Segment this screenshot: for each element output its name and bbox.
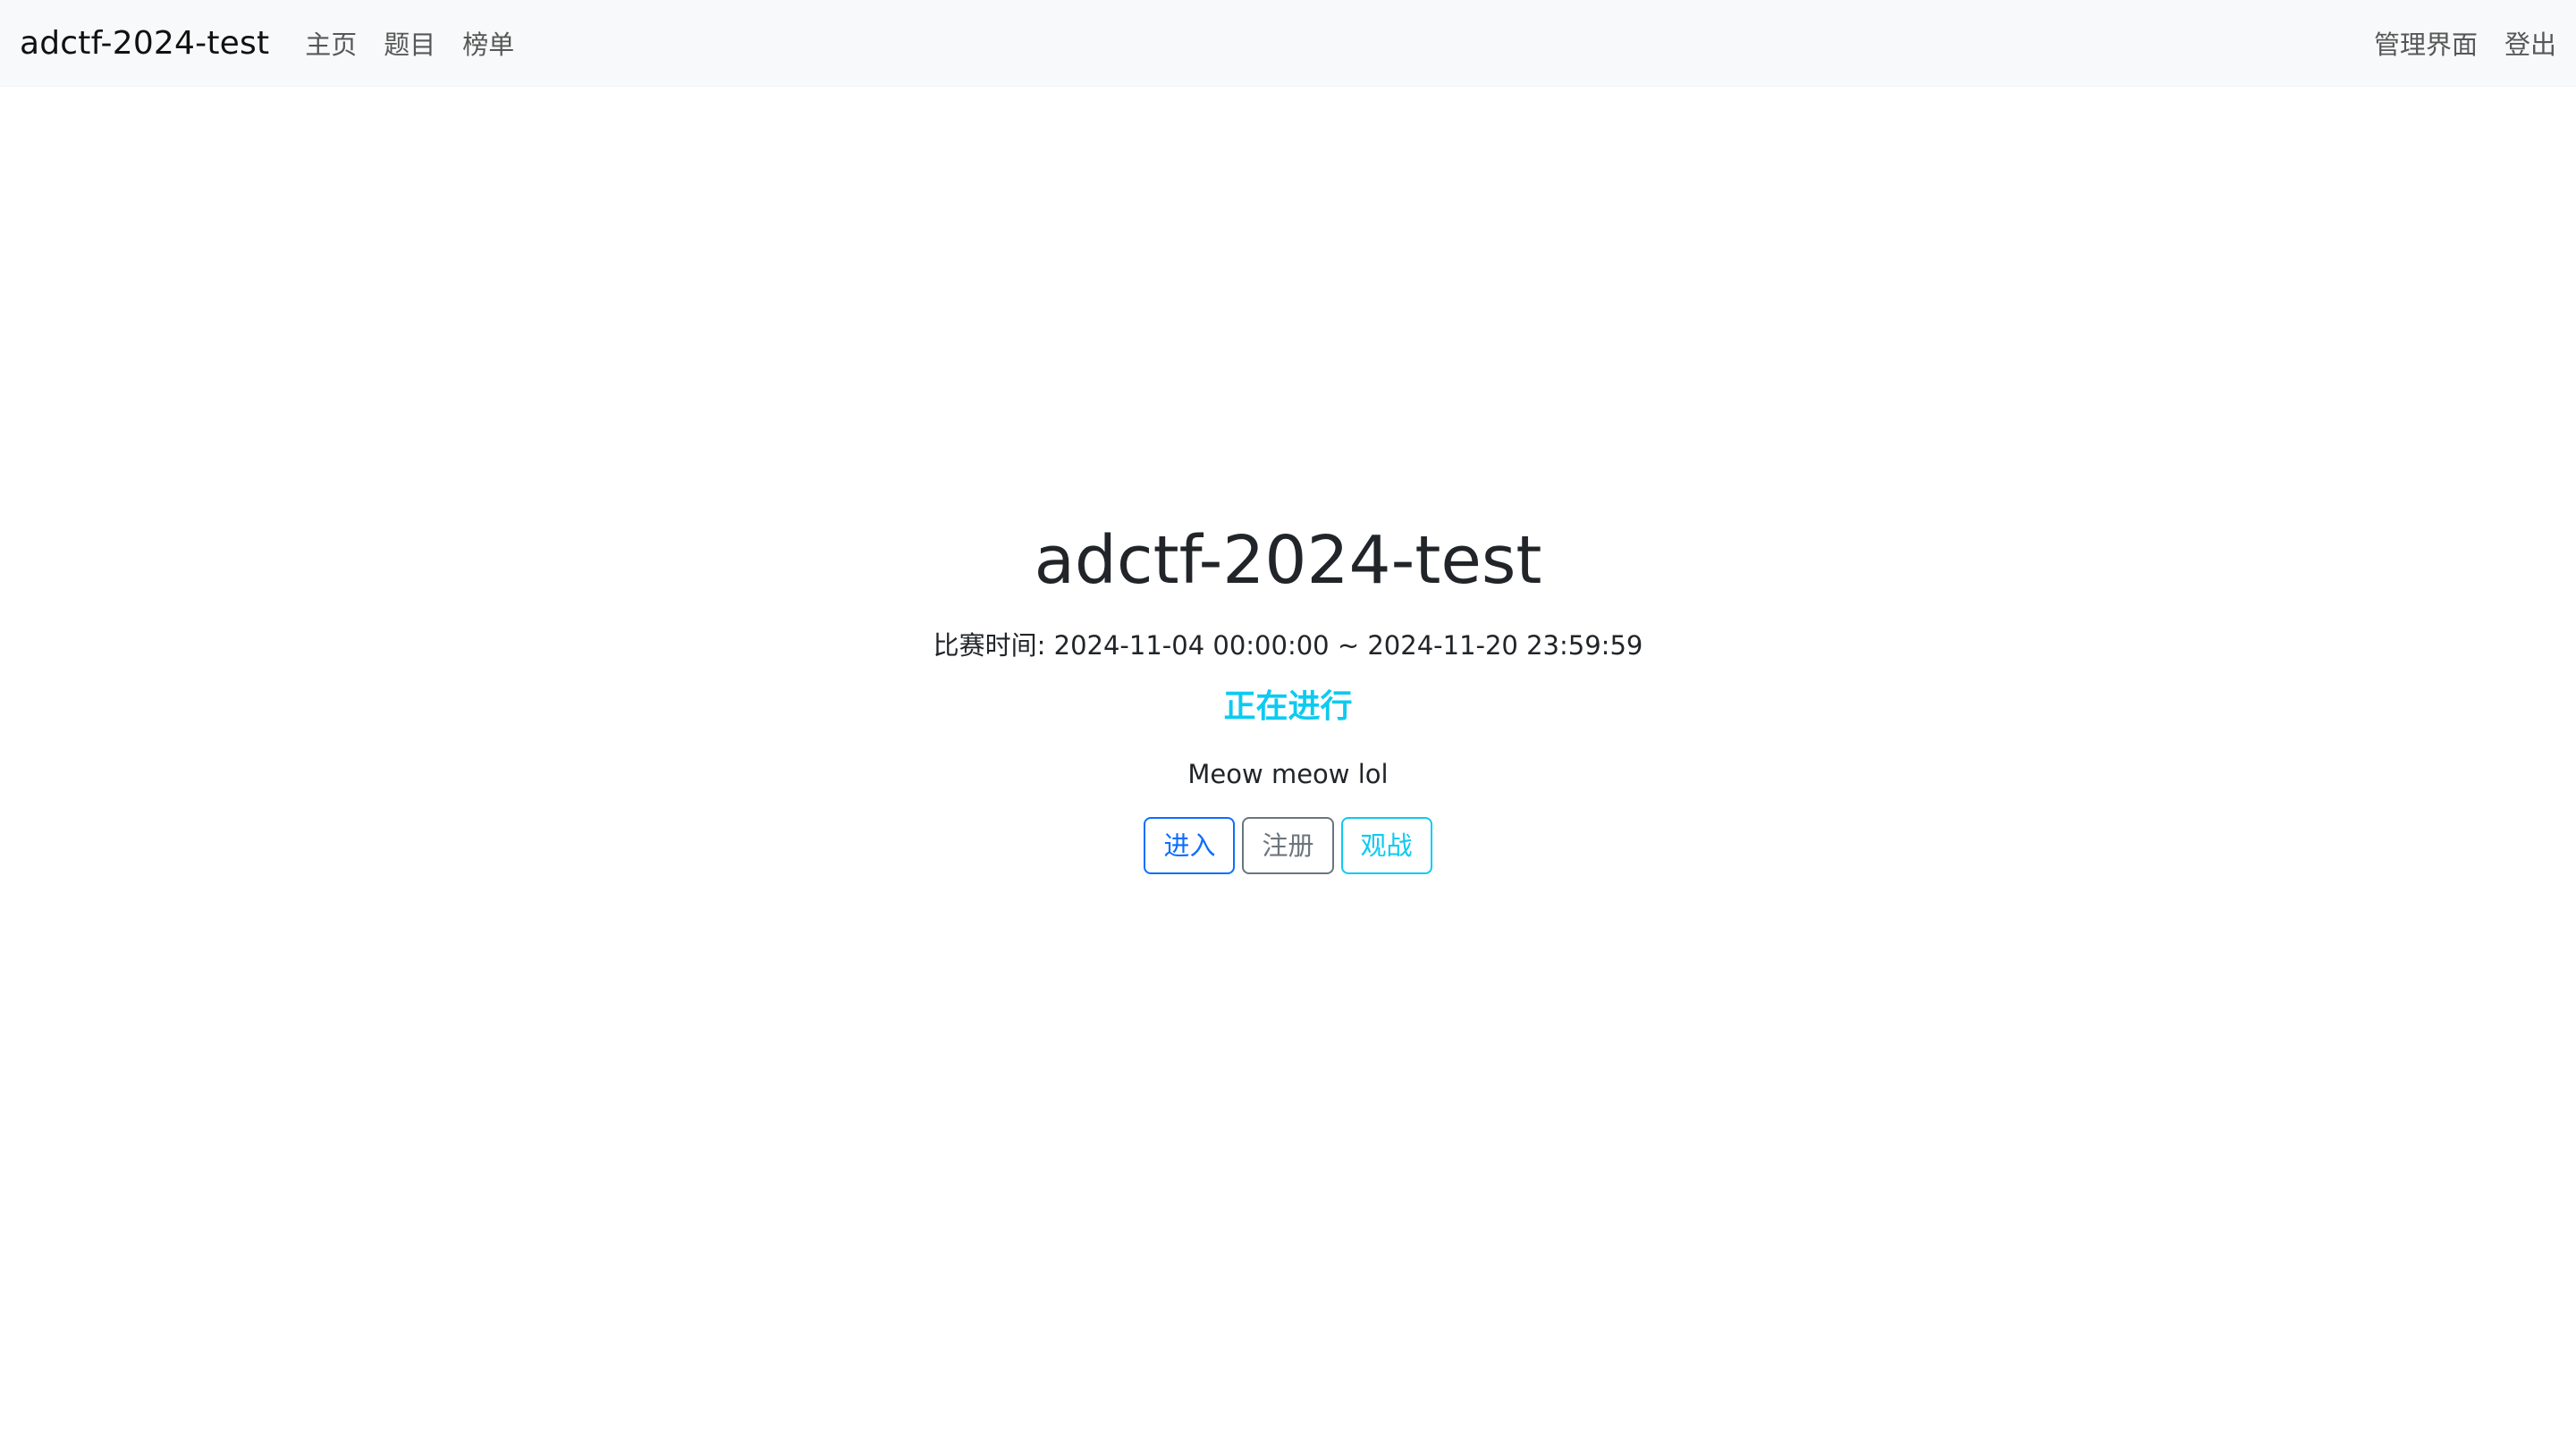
contest-title: adctf-2024-test: [1034, 522, 1542, 599]
action-buttons: 进入 注册 观战: [0, 817, 2576, 874]
contest-description: Meow meow lol: [1187, 759, 1389, 789]
nav-right-links: 管理界面 登出: [2374, 24, 2556, 62]
nav-link-logout[interactable]: 登出: [2504, 24, 2556, 62]
contest-status: 正在进行: [1223, 688, 1353, 725]
top-navbar: adctf-2024-test 主页 题目 榜单 管理界面 登出: [0, 0, 2576, 86]
brand-link[interactable]: adctf-2024-test: [20, 25, 269, 62]
enter-button[interactable]: 进入: [1144, 817, 1236, 874]
nav-left-links: 主页 题目 榜单: [305, 24, 514, 62]
nav-link-scoreboard[interactable]: 榜单: [462, 24, 514, 62]
nav-link-home[interactable]: 主页: [305, 24, 357, 62]
register-button[interactable]: 注册: [1242, 817, 1334, 874]
spectate-button[interactable]: 观战: [1340, 817, 1432, 874]
nav-link-challenges[interactable]: 题目: [384, 24, 435, 62]
contest-time: 比赛时间: 2024-11-04 00:00:00 ~ 2024-11-20 2…: [933, 630, 1643, 661]
contest-hero: adctf-2024-test 比赛时间: 2024-11-04 00:00:0…: [0, 511, 2576, 874]
nav-link-admin[interactable]: 管理界面: [2374, 24, 2478, 62]
